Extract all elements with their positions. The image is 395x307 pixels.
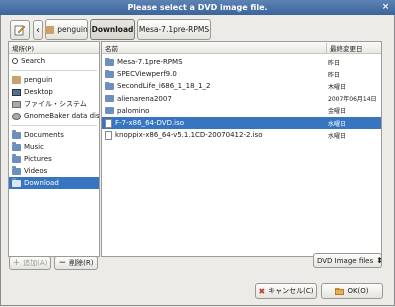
- folder-icon: [12, 153, 21, 163]
- place-label: Download: [24, 179, 59, 187]
- file-icon: [105, 118, 112, 128]
- file-row[interactable]: Mesa-7.1pre-RPMS 昨日: [102, 56, 381, 68]
- file-modified: 2007年06月14日: [328, 96, 377, 104]
- chevron-left-icon: ‹: [36, 24, 40, 36]
- search-icon: [12, 58, 18, 64]
- place-label: Music: [24, 143, 44, 151]
- place-videos[interactable]: Videos: [9, 165, 99, 177]
- folder-icon: [105, 82, 114, 90]
- file-name: palomino: [117, 106, 150, 115]
- pencil-icon: [14, 25, 26, 36]
- place-label: Desktop: [24, 88, 53, 96]
- places-header[interactable]: 場所(P): [9, 42, 99, 54]
- folder-icon: [12, 141, 21, 151]
- folder-icon: [105, 94, 114, 103]
- filter-value: DVD Image files: [317, 256, 374, 265]
- file-name: SecondLife_i686_1_18_1_2: [117, 82, 211, 91]
- place-search[interactable]: Search: [9, 55, 99, 67]
- folder-icon: [105, 70, 114, 78]
- place-label: ファイル・システム: [24, 100, 87, 108]
- folder-icon: [12, 129, 21, 139]
- place-music[interactable]: Music: [9, 141, 99, 153]
- home-folder-icon: [45, 25, 55, 34]
- remove-label: 削除(R): [69, 259, 94, 267]
- remove-bookmark-button[interactable]: − 削除(R): [54, 256, 98, 270]
- file-modified: 水曜日: [328, 120, 347, 128]
- path-back-button[interactable]: ‹: [33, 20, 43, 40]
- place-pictures[interactable]: Pictures: [9, 153, 99, 165]
- breadcrumb-label: Download: [91, 25, 134, 34]
- file-modified: 木曜日: [328, 83, 347, 91]
- file-row-selected[interactable]: F-7-x86_64-DVD.iso 水曜日: [102, 116, 381, 130]
- updown-arrow-icon: ⬍: [376, 256, 383, 265]
- name-column-header[interactable]: 名前: [102, 42, 327, 53]
- folder-icon: [12, 177, 21, 187]
- file-row[interactable]: palomino 金曜日: [102, 105, 381, 117]
- file-name: Mesa-7.1pre-RPMS: [117, 58, 183, 67]
- place-documents[interactable]: Documents: [9, 129, 99, 141]
- file-modified: 水曜日: [328, 132, 347, 140]
- places-header-label: 場所(P): [12, 44, 34, 53]
- file-list-header: 名前 最終変更日: [102, 42, 381, 54]
- place-label: Search: [21, 57, 46, 65]
- breadcrumb-mesa[interactable]: Mesa-7.1pre-RPMS: [137, 19, 211, 40]
- place-download[interactable]: Download: [9, 177, 99, 189]
- minus-icon: −: [58, 258, 67, 268]
- file-modified: 昨日: [328, 59, 341, 67]
- file-row[interactable]: SecondLife_i686_1_18_1_2 木曜日: [102, 80, 381, 92]
- plus-icon: +: [12, 258, 21, 268]
- file-type-filter-select[interactable]: DVD Image files ⬍: [313, 253, 383, 268]
- file-icon: [105, 130, 112, 140]
- folder-icon: [105, 106, 114, 115]
- disk-icon: [12, 112, 21, 120]
- place-desktop[interactable]: Desktop: [9, 86, 99, 98]
- title-bar: Please select a DVD image file. ×: [0, 0, 395, 15]
- breadcrumb-download[interactable]: Download: [90, 19, 135, 40]
- file-chooser-dialog: ‹ penguin Download Mesa-7.1pre-RPMS 場所(P…: [0, 15, 395, 306]
- modified-column-header[interactable]: 最終変更日: [327, 43, 363, 53]
- cancel-label: キャンセル(C): [268, 287, 314, 295]
- place-filesystem[interactable]: ファイル・システム: [9, 98, 99, 110]
- file-name: alienarena2007: [117, 94, 172, 103]
- places-pane: 場所(P) Search penguin Desktop ファイル・システム G…: [8, 41, 100, 257]
- file-modified: 昨日: [328, 71, 341, 79]
- add-bookmark-button[interactable]: + 追加(A): [9, 256, 51, 270]
- file-row[interactable]: SPECViewperf9.0 昨日: [102, 68, 381, 80]
- cancel-x-icon: ✖: [258, 286, 266, 296]
- add-label: 追加(A): [23, 259, 48, 267]
- place-label: Pictures: [24, 155, 52, 163]
- folder-icon: [12, 165, 21, 175]
- breadcrumb-penguin[interactable]: penguin: [45, 19, 88, 40]
- home-folder-icon: [12, 76, 21, 84]
- cancel-button[interactable]: ✖ キャンセル(C): [255, 283, 317, 299]
- breadcrumb-label: penguin: [57, 25, 88, 34]
- file-name: SPECViewperf9.0: [117, 70, 177, 79]
- file-name: F-7-x86_64-DVD.iso: [115, 119, 185, 128]
- divider: [11, 125, 97, 126]
- harddisk-icon: [12, 100, 21, 108]
- place-penguin[interactable]: penguin: [9, 74, 99, 86]
- file-list-pane: 名前 最終変更日 Mesa-7.1pre-RPMS 昨日 SPECViewper…: [101, 41, 382, 257]
- place-label: Documents: [24, 131, 64, 139]
- breadcrumb-label: Mesa-7.1pre-RPMS: [138, 25, 210, 34]
- place-label: penguin: [24, 76, 53, 84]
- close-icon[interactable]: ×: [380, 2, 391, 13]
- ok-button[interactable]: OK(O): [321, 283, 383, 299]
- place-label: GnomeBaker data disk: [24, 112, 100, 120]
- open-folder-icon: [335, 287, 345, 295]
- location-toggle-button[interactable]: [10, 20, 30, 40]
- file-row[interactable]: alienarena2007 2007年06月14日: [102, 93, 381, 105]
- file-row[interactable]: knoppix-x86_64-v5.1.1CD-20070412-2.iso 水…: [102, 129, 381, 141]
- window-title: Please select a DVD image file.: [127, 3, 268, 12]
- desktop-icon: [12, 88, 21, 96]
- place-gnomebaker[interactable]: GnomeBaker data disk: [9, 110, 99, 122]
- place-label: Videos: [24, 167, 48, 175]
- file-name: knoppix-x86_64-v5.1.1CD-20070412-2.iso: [115, 131, 263, 140]
- ok-label: OK(O): [347, 287, 369, 295]
- folder-icon: [105, 58, 114, 66]
- divider: [11, 70, 97, 71]
- file-modified: 金曜日: [328, 108, 347, 116]
